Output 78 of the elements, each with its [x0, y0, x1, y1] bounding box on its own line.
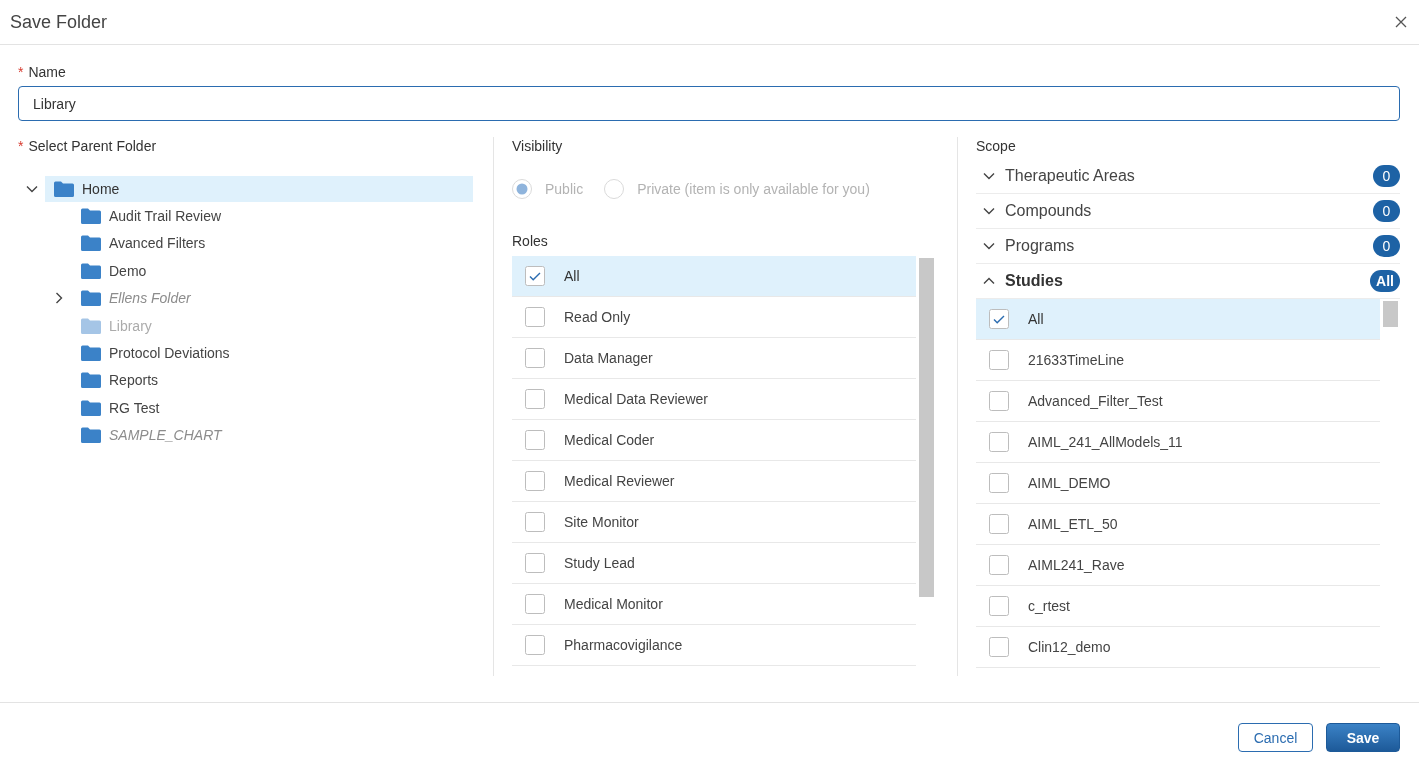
accordion-header[interactable]: Compounds 0: [976, 194, 1400, 229]
checkbox[interactable]: [525, 307, 545, 327]
checkbox[interactable]: [525, 512, 545, 532]
list-option[interactable]: Advanced_Filter_Test: [976, 381, 1380, 422]
folder-icon: [81, 208, 101, 225]
checkbox[interactable]: [989, 596, 1009, 616]
checkbox[interactable]: [989, 391, 1009, 411]
folder-icon: [81, 262, 101, 279]
field-label: Select Parent Folder: [28, 137, 157, 155]
checkbox[interactable]: [989, 432, 1009, 452]
scrollbar-thumb[interactable]: [919, 258, 934, 597]
list-option[interactable]: Data Manager: [512, 338, 916, 379]
list-option[interactable]: AIML_ETL_50: [976, 504, 1380, 545]
list-option[interactable]: 21633TimeLine: [976, 340, 1380, 381]
checkbox[interactable]: [525, 430, 545, 450]
dialog-title: Save Folder: [10, 11, 108, 33]
required-mark: *: [18, 137, 24, 155]
checkbox[interactable]: [525, 266, 545, 286]
checkbox[interactable]: [989, 350, 1009, 370]
name-input[interactable]: Library: [18, 86, 1400, 121]
list-option[interactable]: Read Only: [512, 297, 916, 338]
list-option[interactable]: AIML_241_AllModels_11: [976, 422, 1380, 463]
count-badge: All: [1370, 270, 1400, 292]
tree-item[interactable]: Home: [45, 175, 473, 202]
accordion-header[interactable]: Programs 0: [976, 229, 1400, 264]
tree-item[interactable]: Audit Trail Review: [72, 203, 230, 230]
checkbox[interactable]: [989, 637, 1009, 657]
tree-item[interactable]: Protocol Deviations: [72, 340, 238, 367]
count-badge: 0: [1373, 165, 1400, 187]
folder-icon: [81, 290, 101, 307]
checkbox[interactable]: [525, 348, 545, 368]
checkbox[interactable]: [525, 635, 545, 655]
list-option[interactable]: AIML_DEMO: [976, 463, 1380, 504]
tree-item[interactable]: Avanced Filters: [72, 230, 214, 257]
list-option[interactable]: Pharmacovigilance: [512, 625, 916, 666]
folder-icon: [81, 345, 101, 362]
section-label: Scope: [976, 137, 1016, 155]
list-option[interactable]: All: [512, 256, 916, 297]
checkbox[interactable]: [525, 594, 545, 614]
folder-icon: [81, 427, 101, 444]
checkbox[interactable]: [989, 309, 1009, 329]
section-label: Roles: [512, 232, 548, 250]
chevron-down-icon[interactable]: [25, 184, 38, 193]
accordion-header[interactable]: Therapeutic Areas 0: [976, 159, 1400, 194]
checkbox[interactable]: [989, 514, 1009, 534]
list-option[interactable]: Medical Monitor: [512, 584, 916, 625]
tree-item[interactable]: Reports: [72, 367, 167, 394]
folder-icon: [81, 317, 101, 334]
folder-icon: [81, 235, 101, 252]
list-option[interactable]: AIML241_Rave: [976, 545, 1380, 586]
tree-item[interactable]: Demo: [72, 257, 155, 284]
checkbox[interactable]: [989, 473, 1009, 493]
list-option[interactable]: Clin12_demo: [976, 627, 1380, 668]
list-option[interactable]: Medical Data Reviewer: [512, 379, 916, 420]
required-mark: *: [18, 63, 24, 81]
checkbox[interactable]: [525, 471, 545, 491]
list-option[interactable]: Medical Reviewer: [512, 461, 916, 502]
list-option[interactable]: Medical Coder: [512, 420, 916, 461]
folder-icon: [81, 372, 101, 389]
checkbox[interactable]: [989, 555, 1009, 575]
checkbox[interactable]: [525, 389, 545, 409]
save-button[interactable]: Save: [1326, 723, 1400, 752]
cancel-button[interactable]: Cancel: [1238, 723, 1313, 752]
list-option[interactable]: c_rtest: [976, 586, 1380, 627]
section-label: Visibility: [512, 137, 563, 155]
chevron-right-icon[interactable]: [54, 292, 63, 305]
scrollbar-thumb[interactable]: [1383, 301, 1398, 327]
folder-icon: [54, 180, 74, 197]
close-icon[interactable]: [1395, 16, 1407, 28]
checkbox[interactable]: [525, 553, 545, 573]
list-option[interactable]: Study Lead: [512, 543, 916, 584]
count-badge: 0: [1373, 235, 1400, 257]
tree-item[interactable]: RG Test: [72, 394, 168, 421]
list-option[interactable]: All: [976, 299, 1380, 340]
field-label: Name: [28, 63, 66, 81]
count-badge: 0: [1373, 200, 1400, 222]
folder-icon: [81, 399, 101, 416]
list-option[interactable]: Site Monitor: [512, 502, 916, 543]
